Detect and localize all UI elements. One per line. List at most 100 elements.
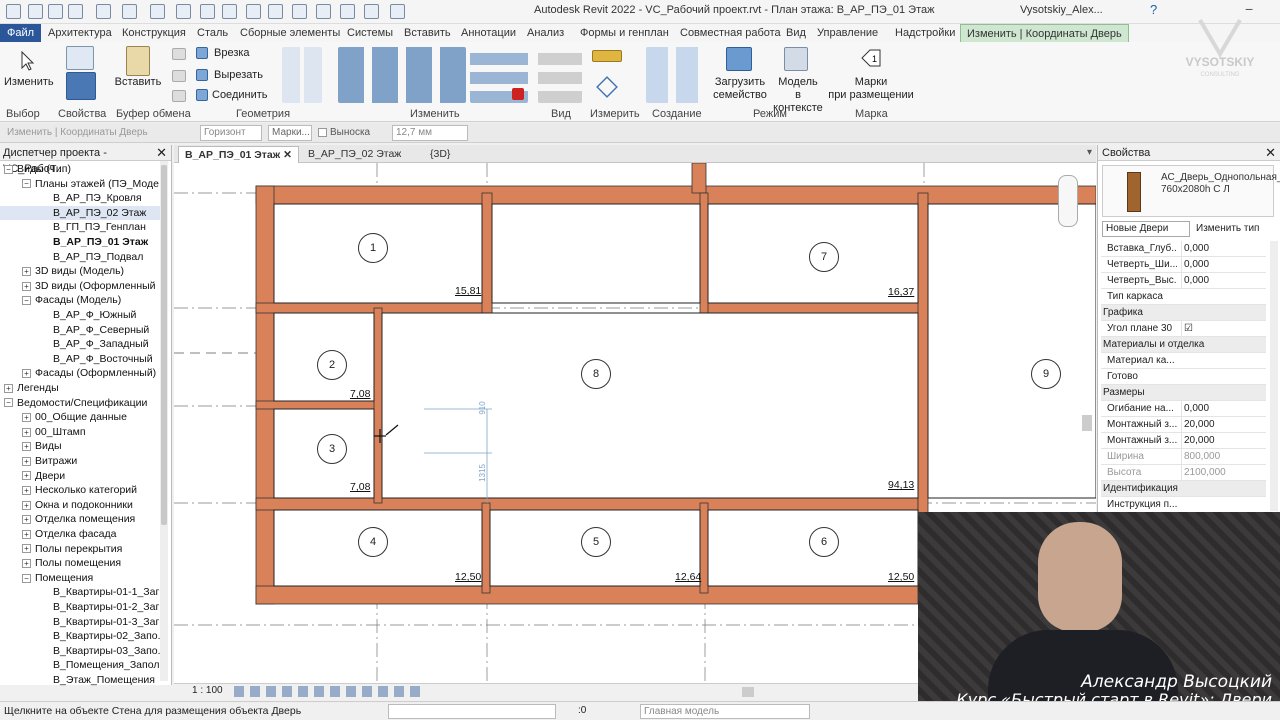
browser-item[interactable]: В_Квартиры-01-1_Заг (0, 585, 162, 599)
copy-icon[interactable] (172, 70, 186, 82)
browser-item[interactable]: В_АР_Ф_Восточный (0, 352, 162, 366)
property-row[interactable]: Монтажный з... 20,000 (1101, 417, 1266, 433)
ribbon-tab-10[interactable]: Совместная работа (676, 24, 781, 42)
delete-icon[interactable] (512, 88, 524, 100)
browser-item[interactable]: В_ГП_ПЭ_Генплан (0, 220, 162, 234)
property-row[interactable]: Угол плане 30 ☑ (1101, 321, 1266, 337)
property-row[interactable]: Огибание на... 0,000 (1101, 401, 1266, 417)
modify-arrow-icon[interactable] (18, 50, 38, 72)
property-row[interactable]: Готово (1101, 369, 1266, 385)
ribbon-tab-2[interactable]: Конструкция (118, 24, 186, 42)
view-tools-icon[interactable] (538, 47, 582, 103)
expand-icon[interactable]: + (22, 485, 31, 495)
help-icon[interactable]: ? (1150, 2, 1157, 17)
load-family-icon[interactable] (726, 47, 752, 71)
browser-item[interactable]: + Витражи (0, 454, 162, 468)
room-tag-2[interactable]: 2 (317, 350, 347, 380)
browser-item[interactable]: + Несколько категорий (0, 483, 162, 497)
expand-icon[interactable]: + (22, 471, 31, 481)
cut-geometry-icon[interactable] (196, 69, 208, 81)
browser-item[interactable]: + Отделка фасада (0, 527, 162, 541)
edit-type-button[interactable]: Изменить тип (1196, 223, 1259, 234)
text-icon[interactable] (246, 4, 261, 19)
close-icon[interactable]: ✕ (156, 145, 167, 161)
browser-item[interactable]: + Полы помещения (0, 556, 162, 570)
browser-item[interactable]: + Полы перекрытия (0, 542, 162, 556)
browser-item[interactable]: − Фасады (Модель) (0, 293, 162, 307)
cope-button[interactable]: Врезка (214, 47, 250, 60)
close-hidden-icon[interactable] (340, 4, 355, 19)
join-button[interactable]: Соединить (212, 89, 268, 102)
property-value[interactable]: 20,000 (1181, 417, 1266, 433)
join-icon[interactable] (196, 89, 208, 101)
property-row[interactable]: Монтажный з... 20,000 (1101, 433, 1266, 449)
instance-filter-select[interactable]: Новые Двери (1102, 221, 1190, 237)
modify-button[interactable]: Изменить (4, 76, 54, 89)
sync-icon[interactable] (68, 4, 83, 19)
print-icon[interactable] (150, 4, 165, 19)
property-group[interactable]: Материалы и отделка (1101, 337, 1266, 353)
browser-item[interactable]: − Ведомости/Спецификации (0, 396, 162, 410)
property-row[interactable]: Вставка_Глуб... 0,000 (1101, 241, 1266, 257)
canvas-scroll-thumb[interactable] (1082, 415, 1092, 431)
customize-qat-icon[interactable] (390, 4, 405, 19)
view-control-icons[interactable] (234, 686, 424, 697)
room-tag-7[interactable]: 7 (809, 242, 839, 272)
property-row[interactable]: Тип каркаса (1101, 289, 1266, 305)
browser-item[interactable]: +00_Общие данные (0, 410, 162, 424)
expand-icon[interactable]: + (22, 281, 31, 291)
browser-item[interactable]: В_АР_Ф_Южный (0, 308, 162, 322)
ribbon-tab-0[interactable]: Файл (0, 24, 42, 42)
expand-icon[interactable]: + (22, 456, 31, 466)
measure-icon[interactable] (176, 4, 191, 19)
browser-item[interactable]: В_АР_Ф_Западный (0, 337, 162, 351)
save-icon[interactable] (48, 4, 63, 19)
orientation-select[interactable]: Горизонт (200, 125, 262, 141)
ribbon-tab-12[interactable]: Управление (813, 24, 878, 42)
switch-windows-icon[interactable] (364, 4, 379, 19)
property-value[interactable]: ☑ (1181, 321, 1266, 337)
revit-logo-icon[interactable] (6, 4, 21, 19)
ribbon-tab-8[interactable]: Анализ (523, 24, 564, 42)
open-icon[interactable] (28, 4, 43, 19)
view-tab[interactable]: В_АР_ПЭ_02 Этаж (302, 146, 407, 163)
property-row[interactable]: Четверть_Выс... 0,000 (1101, 273, 1266, 289)
browser-item[interactable]: В_АР_Ф_Северный (0, 323, 162, 337)
property-row[interactable]: Высота 2100,000 (1101, 465, 1266, 481)
property-value[interactable]: 0,000 (1181, 257, 1266, 273)
browser-item[interactable]: В_Помещения_Запол (0, 658, 162, 672)
property-row[interactable]: Ширина 800,000 (1101, 449, 1266, 465)
collapse-icon[interactable]: − (4, 164, 13, 174)
browser-item[interactable]: + Отделка помещения (0, 512, 162, 526)
collapse-icon[interactable]: − (22, 296, 31, 306)
browser-item[interactable]: +3D виды (Оформленный (0, 279, 162, 293)
collapse-icon[interactable]: − (22, 573, 31, 583)
expand-icon[interactable]: + (22, 266, 31, 276)
tag-on-placement-icon[interactable]: 1 (858, 46, 884, 72)
property-group[interactable]: Графика (1101, 305, 1266, 321)
modify-tools-icon[interactable] (338, 47, 466, 103)
minimize-icon[interactable]: − (1245, 1, 1253, 17)
paste-icon[interactable] (126, 46, 150, 76)
type-properties-icon[interactable] (66, 72, 96, 100)
room-tag-3[interactable]: 3 (317, 434, 347, 464)
tags-button[interactable]: Марки... (268, 125, 312, 141)
view-scale[interactable]: 1 : 100 (192, 685, 223, 696)
properties-scrollbar[interactable] (1270, 241, 1278, 511)
expand-icon[interactable]: + (22, 412, 31, 422)
type-selector[interactable]: АС_Дверь_Однопольная_Деревянная 760x2080… (1102, 165, 1280, 217)
expand-icon[interactable]: + (22, 442, 31, 452)
collapse-icon[interactable]: − (22, 179, 31, 189)
browser-item[interactable]: В_Квартиры-02_Запо. (0, 629, 162, 643)
expand-icon[interactable]: + (22, 515, 31, 525)
properties-icon[interactable] (66, 46, 94, 70)
match-icon[interactable] (172, 90, 186, 102)
browser-item[interactable]: + Окна и подоконники (0, 498, 162, 512)
ribbon-tab-3[interactable]: Сталь (193, 24, 228, 42)
browser-item[interactable]: − Помещения (0, 571, 162, 585)
cut-geometry-button[interactable]: Вырезать (214, 69, 263, 82)
close-icon[interactable]: ✕ (1265, 145, 1276, 161)
dimension-icon[interactable] (200, 4, 215, 19)
panel-select[interactable]: Выбор (6, 108, 40, 120)
property-group[interactable]: Идентификация (1101, 481, 1266, 497)
